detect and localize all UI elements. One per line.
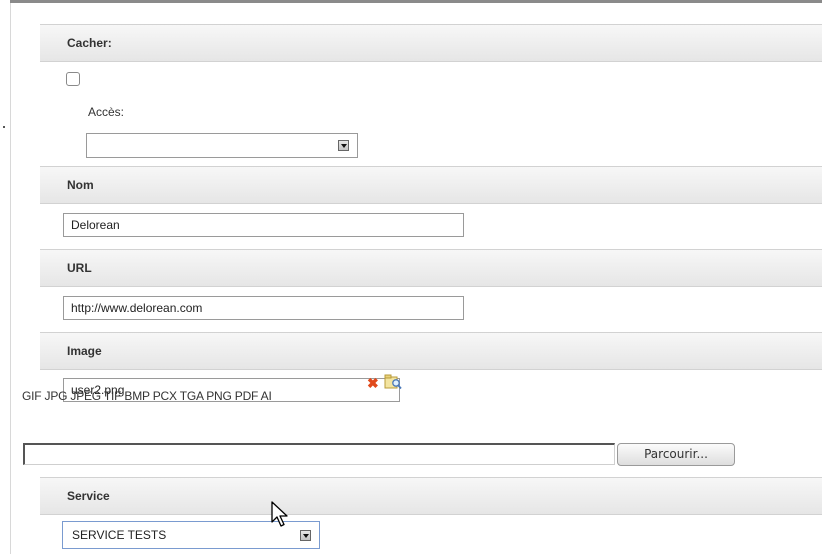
hide-checkbox[interactable]	[66, 72, 80, 86]
dropdown-arrow-icon[interactable]	[300, 530, 311, 541]
section-title-service: Service	[67, 489, 110, 503]
left-border	[10, 3, 11, 554]
section-header-image: Image	[40, 332, 822, 370]
access-label: Accès:	[88, 105, 125, 119]
service-select-value: SERVICE TESTS	[72, 528, 167, 542]
top-border	[10, 0, 822, 3]
section-header-nom: Nom	[40, 166, 822, 204]
section-title-cacher: Cacher:	[67, 36, 112, 50]
section-header-service: Service	[40, 477, 822, 515]
section-title-url: URL	[67, 261, 92, 275]
dropdown-arrow-icon[interactable]	[338, 140, 349, 151]
name-input[interactable]: Delorean	[63, 213, 464, 237]
mouse-cursor-icon	[271, 501, 288, 527]
browse-button[interactable]: Parcourir...	[617, 443, 735, 466]
section-header-url: URL	[40, 249, 822, 287]
file-upload-input[interactable]	[23, 443, 615, 465]
access-select[interactable]	[86, 133, 358, 158]
allowed-formats-text: GIF JPG JPEG TIF BMP PCX TGA PNG PDF AI	[22, 389, 272, 403]
url-input[interactable]: http://www.delorean.com	[63, 296, 464, 320]
section-title-nom: Nom	[67, 178, 94, 192]
section-title-image: Image	[67, 344, 102, 358]
stray-dot	[3, 126, 5, 128]
delete-icon[interactable]: ✖	[367, 376, 379, 390]
form-panel: Cacher: Accès: Nom Delorean URL http://w…	[40, 24, 822, 554]
section-header-cacher: Cacher:	[40, 24, 822, 62]
browse-image-icon[interactable]	[384, 374, 402, 390]
